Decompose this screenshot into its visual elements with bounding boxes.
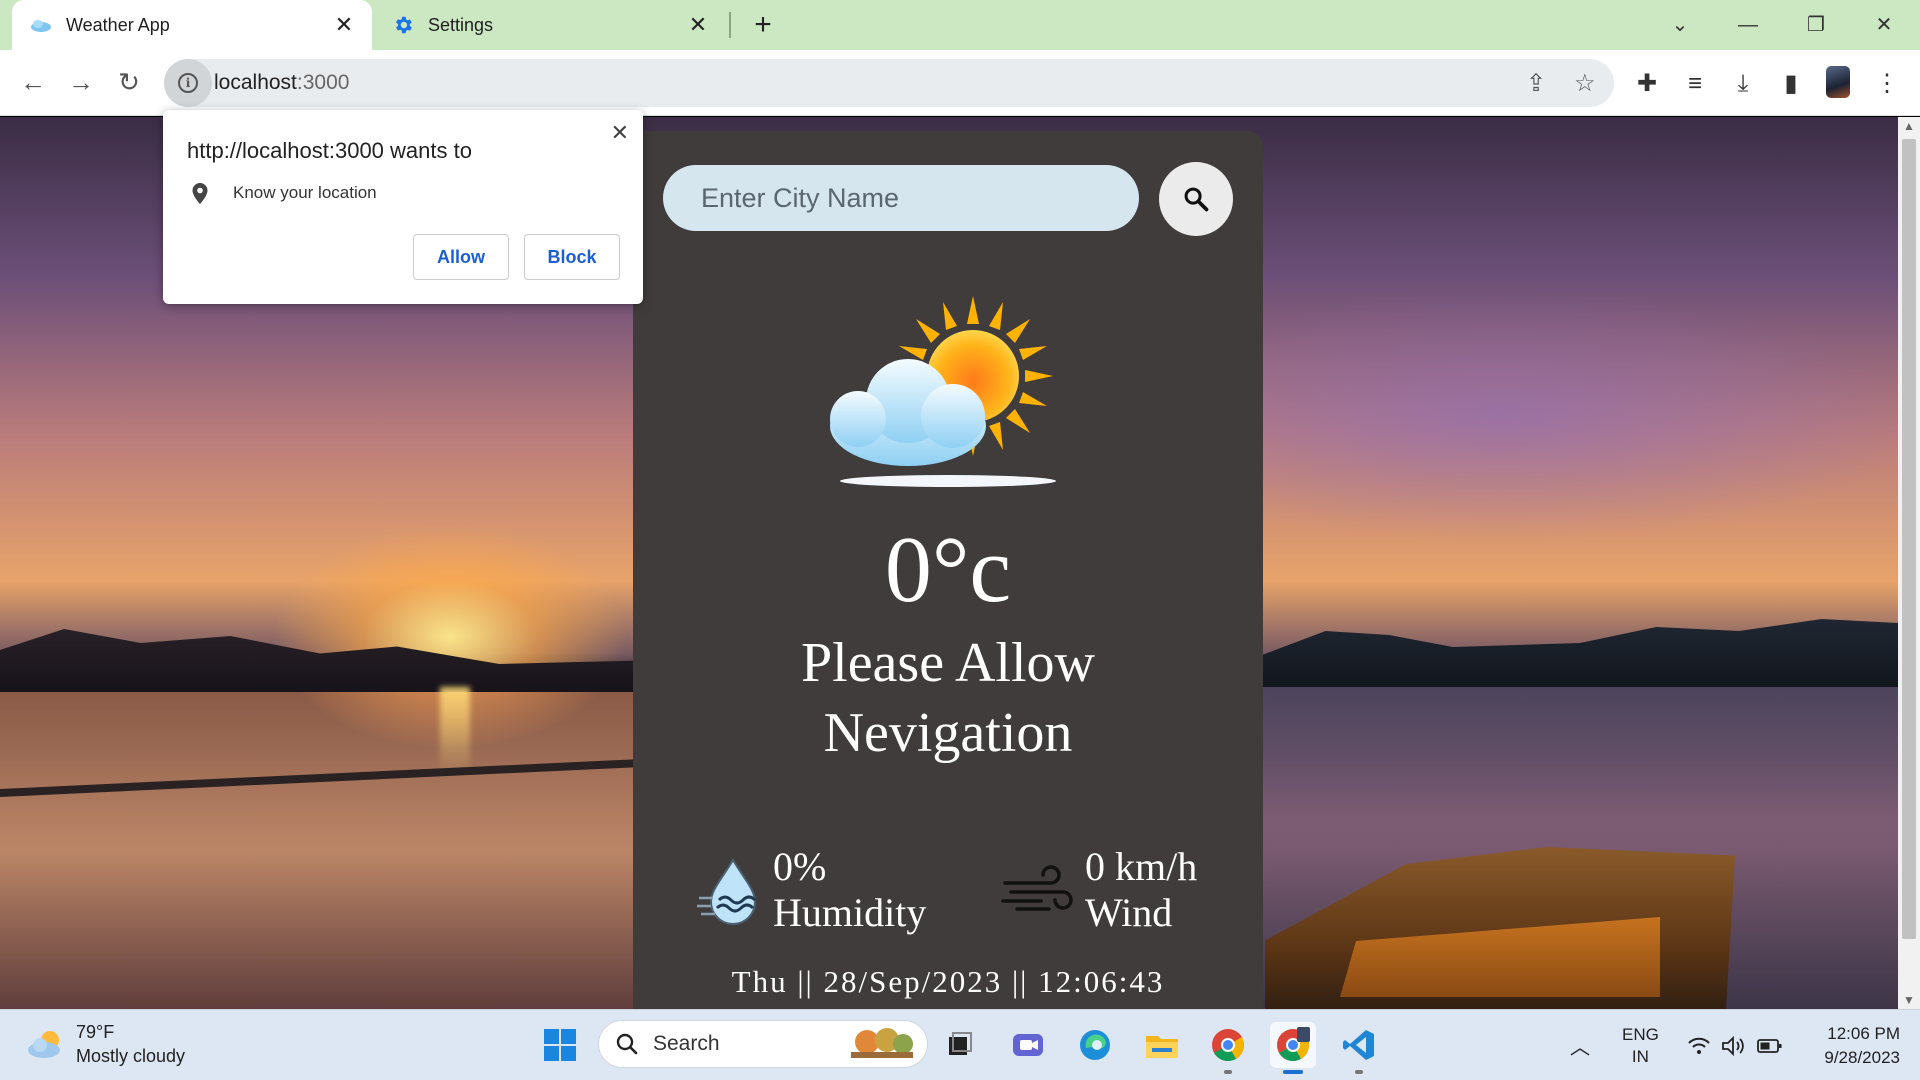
menu-kebab-icon[interactable]: ⋮	[1872, 69, 1902, 99]
chrome-icon	[1212, 1029, 1244, 1062]
download-icon[interactable]: ⤓	[1728, 69, 1758, 99]
profile-avatar[interactable]	[1826, 66, 1850, 98]
permission-title: http://localhost:3000 wants to	[187, 138, 472, 163]
cloudy-weather-icon	[28, 1031, 60, 1058]
vscode-icon	[1343, 1030, 1374, 1060]
tab-separator	[729, 12, 731, 38]
share-icon[interactable]: ⇪	[1526, 69, 1546, 98]
running-indicator	[1355, 1070, 1363, 1074]
teams-chat-button[interactable]	[1005, 1022, 1051, 1068]
hills-right	[1262, 619, 1898, 687]
search-label: Search	[653, 1032, 720, 1055]
reload-button[interactable]: ↻	[110, 64, 148, 102]
weather-desc: Mostly cloudy	[76, 1046, 186, 1066]
restore-button[interactable]: ❐	[1796, 8, 1836, 42]
search-icon	[1184, 187, 1209, 212]
back-button[interactable]: ←	[14, 64, 52, 102]
tab-settings[interactable]: Settings ✕	[378, 0, 724, 50]
active-indicator	[1283, 1070, 1303, 1074]
scroll-down-arrow-icon[interactable]: ▼	[1902, 993, 1916, 1007]
scroll-up-arrow-icon[interactable]: ▲	[1902, 119, 1916, 133]
allow-button[interactable]: Allow	[413, 234, 509, 280]
search-button[interactable]	[1159, 162, 1233, 236]
language-indicator[interactable]: ENG IN	[1622, 1024, 1659, 1068]
file-explorer-button[interactable]	[1139, 1022, 1185, 1068]
folder-icon	[1146, 1036, 1178, 1058]
location-pin-icon	[192, 183, 208, 204]
gear-icon	[396, 16, 412, 34]
close-icon[interactable]: ✕	[332, 12, 356, 38]
vscode-button[interactable]	[1336, 1022, 1382, 1074]
lake-reflection-left	[0, 692, 640, 1009]
wind-label: Wind	[1085, 890, 1173, 935]
humidity-value: 0%	[773, 844, 827, 889]
wifi-icon[interactable]	[1687, 1036, 1711, 1056]
weather-status-text: Please Allow Nevigation	[801, 632, 1095, 764]
minimize-button[interactable]: —	[1728, 8, 1768, 42]
close-icon[interactable]: ✕	[686, 12, 710, 38]
star-bookmark-icon[interactable]: ☆	[1574, 69, 1596, 98]
tab-search-chevron-icon[interactable]: ⌄	[1660, 8, 1700, 42]
wind-metric: 0 km/h Wind	[1001, 844, 1197, 936]
chat-camera-icon	[1013, 1034, 1043, 1056]
partly-sunny-icon	[830, 296, 1056, 487]
temperature-value: 0°c	[884, 518, 1012, 622]
tab-title: Settings	[428, 14, 494, 35]
close-window-button[interactable]: ✕	[1864, 8, 1904, 42]
date-time-text: Thu || 28/Sep/2023 || 12:06:43	[731, 964, 1165, 999]
site-info-icon[interactable]: i	[164, 59, 212, 107]
windows-taskbar: 79°F Mostly cloudy Search ︿ ENG IN 12:06…	[0, 1009, 1920, 1080]
humidity-drop-icon	[697, 858, 757, 925]
chrome-profile-button[interactable]	[1270, 1022, 1316, 1074]
hills-left	[0, 629, 640, 692]
forward-button[interactable]: →	[62, 64, 100, 102]
start-button[interactable]	[537, 1022, 583, 1068]
weather-card: 0°c Please Allow Nevigation 0% Humidity	[633, 131, 1263, 1009]
url-text[interactable]: localhost:3000	[214, 71, 349, 95]
search-highlight-icon	[851, 1028, 913, 1058]
block-button[interactable]: Block	[524, 234, 620, 280]
search-icon	[616, 1033, 638, 1055]
edge-browser-button[interactable]	[1072, 1022, 1118, 1068]
permission-item-label: Know your location	[233, 183, 377, 202]
page-scrollbar[interactable]: ▲ ▼	[1898, 117, 1920, 1009]
tab-title: Weather App	[66, 14, 170, 35]
close-icon[interactable]: ✕	[611, 120, 629, 146]
side-panel-icon[interactable]: ▮	[1776, 69, 1806, 99]
browser-toolbar: ← → ↻ i localhost:3000 ⇪ ☆ ✚ ≡ ⤓ ▮ ⋮	[0, 50, 1920, 116]
location-permission-dialog: http://localhost:3000 wants to ✕ Know yo…	[163, 110, 643, 304]
sun-reflection	[440, 687, 470, 777]
clock-time: 12:06 PM	[1827, 1024, 1900, 1043]
clock-date: 9/28/2023	[1824, 1048, 1900, 1067]
address-bar[interactable]: i localhost:3000 ⇪ ☆	[164, 59, 1614, 107]
edge-icon	[1080, 1030, 1110, 1060]
wind-value: 0 km/h	[1085, 844, 1198, 889]
running-indicator	[1224, 1070, 1232, 1074]
volume-icon[interactable]	[1721, 1035, 1747, 1057]
humidity-metric: 0% Humidity	[693, 844, 926, 936]
extensions-icon[interactable]: ✚	[1632, 69, 1662, 99]
new-tab-button[interactable]: +	[745, 8, 781, 44]
task-view-icon	[949, 1032, 972, 1055]
weather-temp: 79°F	[76, 1022, 115, 1042]
taskbar-weather-widget[interactable]: 79°F Mostly cloudy	[26, 1020, 185, 1068]
wind-icon	[1001, 865, 1073, 911]
scroll-thumb[interactable]	[1902, 139, 1916, 939]
chrome-profile-icon	[1277, 1027, 1310, 1062]
cloud-favicon-icon	[31, 20, 51, 32]
battery-icon[interactable]	[1756, 1038, 1783, 1054]
taskbar-clock[interactable]: 12:06 PM 9/28/2023	[1800, 1022, 1900, 1070]
media-controls-icon[interactable]: ≡	[1680, 69, 1710, 99]
task-view-button[interactable]	[937, 1022, 983, 1068]
windows-logo-icon	[544, 1029, 576, 1061]
system-tray: ︿ ENG IN	[1570, 1010, 1783, 1080]
tab-strip: Weather App ✕ Settings ✕ + ⌄ — ❐ ✕	[0, 0, 1920, 50]
humidity-label: Humidity	[773, 890, 927, 935]
chevron-up-icon[interactable]: ︿	[1570, 1031, 1590, 1060]
chrome-button[interactable]	[1205, 1022, 1251, 1074]
city-search-input[interactable]	[663, 165, 1139, 231]
tab-weather-app[interactable]: Weather App ✕	[12, 0, 372, 50]
taskbar-search-box[interactable]: Search	[598, 1020, 928, 1068]
